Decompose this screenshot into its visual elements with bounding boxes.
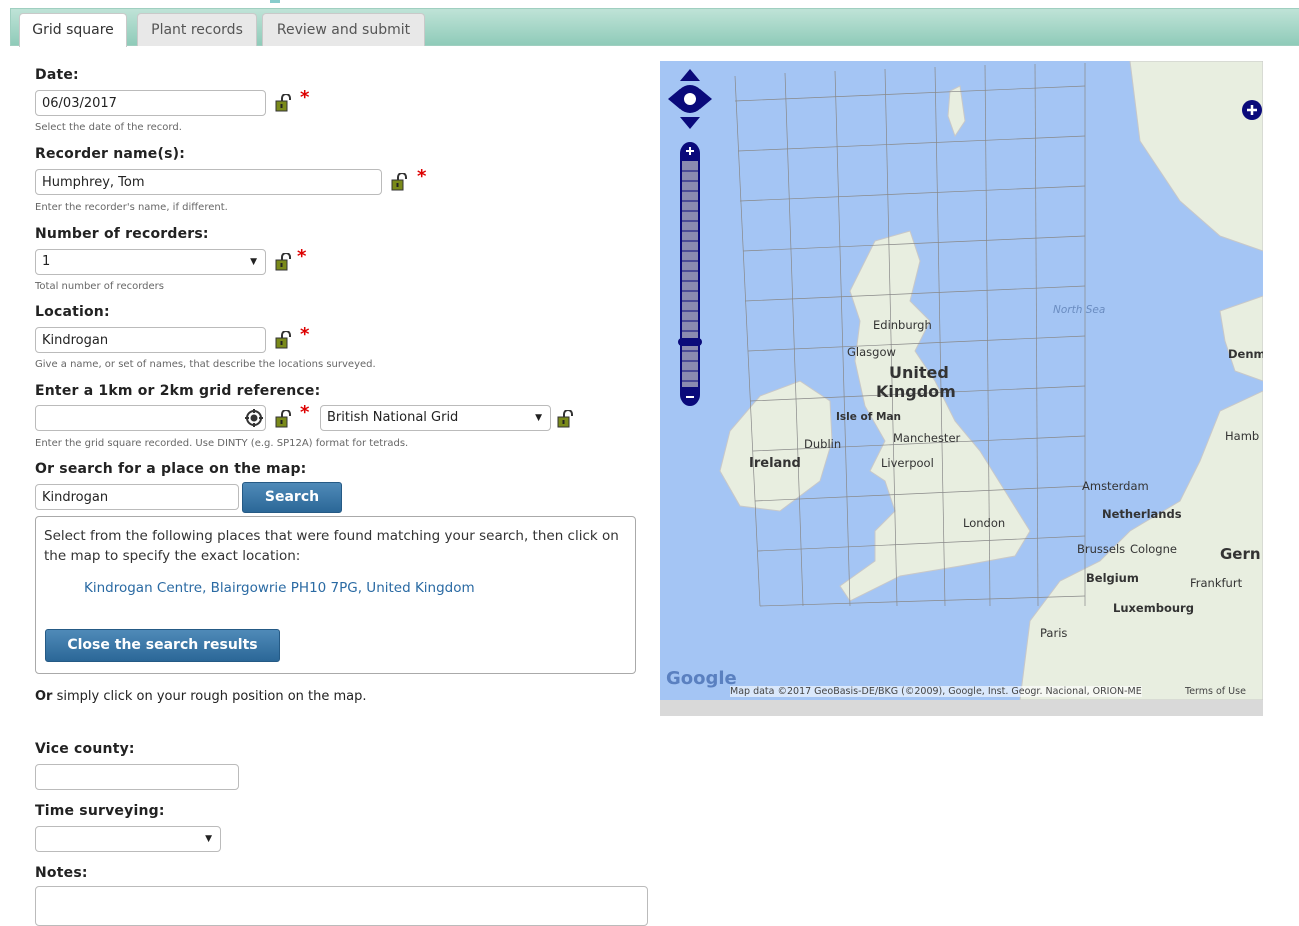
grid-system-value: British National Grid (327, 410, 459, 425)
locate-icon[interactable] (245, 409, 263, 427)
map-land-norway (1129, 61, 1263, 252)
map-label-denmark: Denm (1228, 347, 1263, 361)
map-label-hamburg: Hamb (1225, 429, 1260, 443)
search-result-link[interactable]: Kindrogan Centre, Blairgowrie PH10 7PG, … (84, 580, 475, 596)
unlock-icon[interactable] (557, 410, 573, 428)
map-label-belgium: Belgium (1086, 571, 1139, 585)
map-label-north-sea: North Sea (1053, 304, 1106, 316)
map-land-shetland (947, 85, 966, 138)
location-hint: Give a name, or set of names, that descr… (35, 359, 376, 370)
tab-bar: Grid square Plant records Review and sub… (10, 8, 1299, 47)
required-marker: * (297, 246, 307, 267)
recorder-hint: Enter the recorder's name, if different. (35, 202, 228, 213)
map-label-paris: Paris (1040, 626, 1068, 640)
location-input[interactable] (35, 327, 266, 353)
map[interactable]: North Sea Edinburgh Glasgow United Kingd… (660, 61, 1263, 716)
map-zoom-control (678, 142, 702, 406)
map-label-london: London (963, 516, 1006, 530)
map-label-manchester: Manchester (893, 431, 961, 445)
gridref-input[interactable] (35, 405, 266, 431)
map-label-germany: Gern (1220, 545, 1261, 563)
time-surveying-label: Time surveying: (35, 803, 165, 819)
chevron-down-icon: ▼ (205, 834, 212, 844)
map-attribution: Map data ©2017 GeoBasis-DE/BKG (©2009), … (730, 686, 1142, 697)
map-label-ireland: Ireland (749, 456, 801, 471)
unlock-icon[interactable] (391, 173, 407, 191)
map-label-kingdom: Kingdom (876, 382, 956, 401)
gridref-hint: Enter the grid square recorded. Use DINT… (35, 438, 409, 449)
map-label-brussels: Brussels (1077, 542, 1126, 556)
map-footer (660, 700, 1263, 716)
map-label-netherlands: Netherlands (1102, 507, 1182, 521)
chevron-down-icon: ▼ (250, 257, 257, 267)
recorder-label: Recorder name(s): (35, 146, 186, 162)
header-accent (270, 0, 280, 3)
required-marker: * (300, 324, 310, 345)
search-results-message: Select from the following places that we… (44, 528, 619, 564)
top-strip (0, 0, 1299, 8)
chevron-down-icon: ▼ (535, 413, 542, 423)
unlock-icon[interactable] (275, 94, 291, 112)
num-recorders-select[interactable]: 1 ▼ (35, 249, 266, 275)
map-pan-control (668, 69, 712, 129)
map-click-hint: Or simply click on your rough position o… (35, 689, 367, 704)
map-label-liverpool: Liverpool (881, 456, 934, 470)
map-label-cologne: Cologne (1130, 542, 1177, 556)
tab-grid-square[interactable]: Grid square (19, 13, 127, 47)
num-recorders-label: Number of recorders: (35, 226, 209, 242)
terms-of-use-link[interactable]: Terms of Use (1185, 686, 1246, 697)
close-search-results-button[interactable]: Close the search results (45, 629, 280, 662)
map-land-denmark (1219, 295, 1263, 382)
map-label-frankfurt: Frankfurt (1190, 576, 1243, 590)
place-search-input[interactable] (35, 484, 239, 510)
map-click-hint-bold: Or (35, 689, 53, 704)
notes-label: Notes: (35, 865, 88, 881)
vice-county-label: Vice county: (35, 741, 135, 757)
map-label-amsterdam: Amsterdam (1082, 479, 1149, 493)
search-label: Or search for a place on the map: (35, 461, 307, 477)
layer-switcher-icon (1242, 100, 1262, 120)
date-label: Date: (35, 67, 79, 83)
unlock-icon[interactable] (275, 331, 291, 349)
num-recorders-hint: Total number of recorders (35, 281, 164, 292)
recorder-input[interactable] (35, 169, 382, 195)
map-label-isle-of-man: Isle of Man (836, 411, 901, 423)
google-logo: Google (666, 668, 737, 689)
search-button[interactable]: Search (242, 482, 342, 513)
grid-system-select[interactable]: British National Grid ▼ (320, 405, 551, 431)
tab-review-submit[interactable]: Review and submit (262, 13, 425, 46)
map-click-hint-text: simply click on your rough position on t… (52, 689, 367, 704)
num-recorders-value: 1 (42, 254, 51, 269)
date-hint: Select the date of the record. (35, 122, 182, 133)
time-surveying-select[interactable]: ▼ (35, 826, 221, 852)
required-marker: * (300, 87, 310, 108)
map-label-united: United (889, 363, 949, 382)
gridref-label: Enter a 1km or 2km grid reference: (35, 383, 321, 399)
location-label: Location: (35, 304, 110, 320)
map-label-edinburgh: Edinburgh (873, 318, 932, 332)
search-results-panel: Select from the following places that we… (35, 516, 636, 674)
map-label-glasgow: Glasgow (847, 345, 896, 359)
unlock-icon[interactable] (275, 410, 291, 428)
tab-plant-records[interactable]: Plant records (137, 13, 257, 46)
required-marker: * (417, 166, 427, 187)
notes-textarea[interactable] (35, 886, 648, 926)
date-input[interactable] (35, 90, 266, 116)
unlock-icon[interactable] (275, 253, 291, 271)
required-marker: * (300, 402, 310, 423)
map-label-dublin: Dublin (804, 437, 842, 451)
vice-county-input[interactable] (35, 764, 239, 790)
map-label-luxembourg: Luxembourg (1113, 601, 1194, 615)
